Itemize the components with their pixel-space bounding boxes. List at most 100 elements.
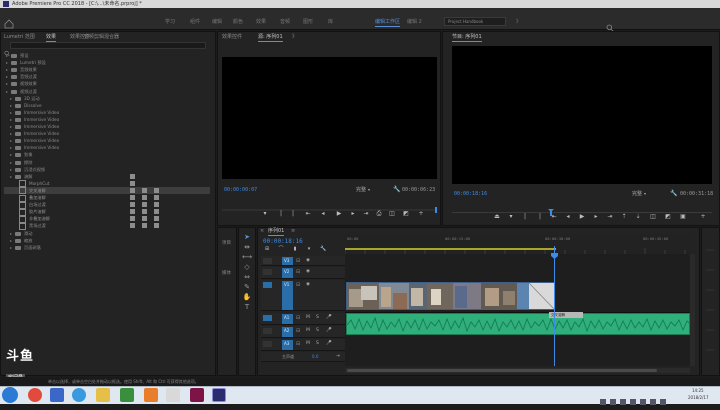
source-patch-button[interactable] xyxy=(263,258,272,264)
audio-clip[interactable] xyxy=(346,313,690,335)
chevron-right-icon[interactable] xyxy=(10,246,12,249)
effects-tree-item[interactable]: 3D 运动 xyxy=(4,95,40,102)
mark-out-icon[interactable]: | xyxy=(537,214,543,220)
home-icon[interactable] xyxy=(4,14,14,29)
add-marker-icon[interactable]: ▾ xyxy=(306,246,312,252)
eye-icon[interactable]: ◉ xyxy=(306,282,313,288)
mark-out-icon[interactable]: | xyxy=(290,211,296,217)
timeline-timecode[interactable]: 00:00:18:16 xyxy=(263,238,303,245)
effects-tree-item[interactable]: 溶解 xyxy=(4,173,32,180)
workspace-tab[interactable]: 效果 xyxy=(256,18,266,26)
chevron-right-icon[interactable] xyxy=(10,175,12,178)
chevron-right-icon[interactable] xyxy=(6,69,8,72)
workspace-tab[interactable]: 编辑 xyxy=(212,18,222,26)
lock-icon[interactable]: ⊟ xyxy=(296,341,302,347)
chevron-right-icon[interactable] xyxy=(10,140,12,143)
effects-tree-item[interactable]: 视频效果 xyxy=(4,80,37,87)
taskbar-date[interactable]: 2018/2/17 xyxy=(688,395,709,400)
taskbar-ie-icon[interactable] xyxy=(72,388,86,402)
effects-tree-item[interactable]: 叠加溶解 xyxy=(4,194,46,202)
add-button-icon[interactable]: + xyxy=(700,214,706,220)
track-select-tool-icon[interactable]: ⇹ xyxy=(242,242,252,252)
source-patch-button[interactable] xyxy=(263,282,272,288)
taskbar-browser-icon[interactable] xyxy=(28,388,42,402)
effects-tree-item[interactable]: 预设 xyxy=(4,52,28,59)
lock-icon[interactable]: ⊟ xyxy=(296,282,302,288)
minimize-button[interactable] xyxy=(688,1,696,15)
source-patch-button[interactable] xyxy=(263,341,272,347)
effects-tree-item[interactable]: 白场过渡 xyxy=(4,201,46,209)
source-patch-button[interactable] xyxy=(263,315,272,321)
chevron-right-icon[interactable] xyxy=(10,126,12,128)
effects-tree-item[interactable]: Immersive Video xyxy=(4,109,59,116)
workspace-search[interactable]: Project Handbook xyxy=(444,17,506,26)
mute-icon[interactable]: M xyxy=(306,341,313,347)
lock-icon[interactable]: ⊟ xyxy=(296,258,302,264)
taskbar-media-icon[interactable] xyxy=(120,388,134,402)
effects-search-field[interactable] xyxy=(10,42,206,49)
comparison-view-icon[interactable]: ◩ xyxy=(665,214,671,220)
linked-selection-icon[interactable]: ▮ xyxy=(292,246,298,252)
start-button[interactable] xyxy=(2,387,18,403)
chevron-right-icon[interactable] xyxy=(10,147,12,150)
search-icon[interactable] xyxy=(606,17,614,32)
effects-tree-item[interactable]: 沉浸式视频 xyxy=(4,166,45,173)
chevron-right-icon[interactable] xyxy=(10,154,12,157)
maximize-button[interactable] xyxy=(698,1,706,16)
pen-tool-icon[interactable]: ✎ xyxy=(242,282,252,292)
program-timecode-current[interactable]: 00:00:18:16 xyxy=(454,191,487,197)
chevron-right-icon[interactable] xyxy=(10,133,12,136)
ripple-edit-tool-icon[interactable]: ⟷ xyxy=(242,252,252,262)
solo-icon[interactable]: S xyxy=(316,328,322,334)
hand-tool-icon[interactable]: ✋ xyxy=(242,292,252,302)
mute-icon[interactable]: M xyxy=(306,328,313,334)
safe-margins-icon[interactable]: ▣ xyxy=(680,214,686,220)
snap-icon[interactable]: ⌒ xyxy=(278,246,284,252)
step-forward-icon[interactable]: ▸ xyxy=(350,211,356,217)
effects-tree-item[interactable]: Immersive Video xyxy=(4,144,59,151)
microphone-icon[interactable]: 🎤 xyxy=(326,315,332,321)
export-frame-icon[interactable]: ◩ xyxy=(403,211,409,217)
microphone-icon[interactable]: 🎤 xyxy=(326,328,332,334)
taskbar-premiere-icon[interactable] xyxy=(212,388,226,402)
wrench-icon[interactable]: 🔧 xyxy=(393,187,400,193)
effects-tree-item[interactable]: 黑场过渡 xyxy=(4,222,46,230)
chevron-right-icon[interactable] xyxy=(6,62,8,65)
go-to-out-icon[interactable]: ⇥ xyxy=(607,214,613,220)
solo-icon[interactable]: S xyxy=(316,315,322,321)
solo-icon[interactable]: S xyxy=(316,341,322,347)
lock-icon[interactable]: ⊟ xyxy=(296,315,302,321)
add-marker-icon[interactable]: ▾ xyxy=(508,214,514,220)
tab-effects[interactable]: 效果 xyxy=(46,33,57,42)
chevron-right-icon[interactable] xyxy=(10,118,12,121)
effects-tree-item[interactable]: Dissolve xyxy=(4,102,42,109)
taskbar-app-icon[interactable] xyxy=(144,388,158,402)
go-to-in-icon[interactable]: ⇤ xyxy=(305,211,311,217)
source-timecode-current[interactable]: 00:00:00:07 xyxy=(224,187,257,193)
effects-tree-item[interactable]: 交叉溶解 xyxy=(4,186,210,195)
workspace-tab[interactable]: 编辑工作区 xyxy=(375,18,401,27)
timeline-settings-icon[interactable]: 🔧 xyxy=(320,246,326,252)
close-icon[interactable]: × xyxy=(260,229,265,234)
effects-tree-item[interactable]: MorphCut xyxy=(4,180,49,188)
step-forward-icon[interactable]: ▸ xyxy=(593,214,599,220)
selection-tool-icon[interactable]: ➤ xyxy=(242,232,252,242)
tab-sequence[interactable]: 序列01 xyxy=(268,227,285,236)
chevron-right-icon[interactable] xyxy=(10,97,12,100)
chevron-right-icon[interactable] xyxy=(10,232,12,235)
source-patch-button[interactable] xyxy=(263,328,272,334)
chevron-right-icon[interactable] xyxy=(10,111,12,114)
effects-tree-item[interactable]: 音频过渡 xyxy=(4,73,37,80)
mute-icon[interactable]: M xyxy=(306,315,313,321)
slip-tool-icon[interactable]: ⇔ xyxy=(242,272,252,282)
go-to-out-icon[interactable]: ⇥ xyxy=(363,211,369,217)
chevron-right-icon[interactable] xyxy=(10,161,12,164)
taskbar-maxthon-icon[interactable] xyxy=(50,388,64,402)
panel-label-media[interactable]: 媒体 xyxy=(222,270,231,276)
play-icon[interactable]: ▶ xyxy=(336,211,342,217)
taskbar-music-icon[interactable] xyxy=(166,388,180,402)
effects-tree-item[interactable]: Immersive Video xyxy=(4,137,59,144)
effects-tree-item[interactable]: 视频过渡 xyxy=(4,88,37,95)
export-frame-icon[interactable]: ◫ xyxy=(650,214,656,220)
play-icon[interactable]: ▶ xyxy=(579,214,585,220)
